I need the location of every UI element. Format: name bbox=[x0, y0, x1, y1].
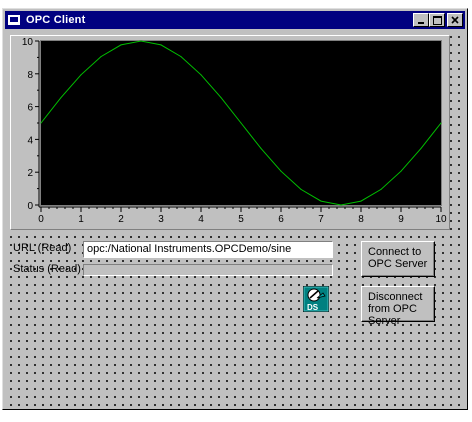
y-tick-label: 8 bbox=[27, 70, 33, 81]
disconnect-button-label: Disconnect from OPC Server bbox=[368, 291, 423, 327]
window-title: OPC Client bbox=[26, 14, 86, 26]
minimize-button[interactable] bbox=[413, 13, 429, 27]
maximize-icon bbox=[433, 16, 442, 25]
data-point bbox=[140, 40, 142, 42]
connect-button[interactable]: Connect to OPC Server bbox=[361, 241, 435, 277]
window-icon[interactable] bbox=[8, 14, 22, 26]
maximize-button[interactable] bbox=[429, 13, 445, 27]
close-icon bbox=[451, 16, 459, 24]
data-point bbox=[240, 122, 242, 124]
x-tick-label: 3 bbox=[158, 214, 164, 225]
data-point bbox=[320, 200, 322, 202]
y-tick-label: 10 bbox=[22, 37, 34, 48]
x-tick-label: 5 bbox=[238, 214, 244, 225]
data-point bbox=[180, 56, 182, 58]
data-point bbox=[40, 122, 42, 124]
data-point bbox=[100, 56, 102, 58]
y-tick-label: 4 bbox=[27, 135, 33, 146]
x-tick-label: 7 bbox=[318, 214, 324, 225]
url-field[interactable]: opc:/National Instruments.OPCDemo/sine bbox=[83, 241, 333, 258]
data-point bbox=[280, 170, 282, 172]
connect-button-label: Connect to OPC Server bbox=[368, 246, 428, 270]
x-tick-label: 0 bbox=[38, 214, 44, 225]
datasocket-icon: DS bbox=[302, 285, 330, 313]
opc-client-window: OPC Client 0 2 4 6 8 10 0 1 2 3 4 5 6 7 8 9 10 URL (Read… bbox=[2, 8, 468, 410]
status-field bbox=[83, 264, 333, 276]
data-point bbox=[200, 74, 202, 76]
data-point bbox=[160, 44, 162, 46]
y-tick-label: 6 bbox=[27, 103, 33, 114]
waveform-graph: 0 2 4 6 8 10 0 1 2 3 4 5 6 7 8 9 10 bbox=[10, 35, 450, 230]
data-point bbox=[300, 188, 302, 190]
title-bar[interactable]: OPC Client bbox=[5, 11, 465, 29]
data-point bbox=[340, 204, 342, 206]
close-button[interactable] bbox=[447, 13, 463, 27]
data-point bbox=[420, 147, 422, 149]
ds-icon-label: DS bbox=[307, 303, 319, 312]
data-point bbox=[80, 74, 82, 76]
y-tick-label: 2 bbox=[27, 168, 33, 179]
data-point bbox=[380, 188, 382, 190]
x-tick-label: 10 bbox=[435, 214, 447, 225]
data-point bbox=[400, 170, 402, 172]
url-label: URL (Read) bbox=[13, 242, 72, 254]
x-tick-label: 2 bbox=[118, 214, 124, 225]
x-tick-label: 1 bbox=[78, 214, 84, 225]
minimize-icon bbox=[418, 22, 424, 24]
form-client-area: 0 2 4 6 8 10 0 1 2 3 4 5 6 7 8 9 10 URL (Read) opc:/Nati… bbox=[5, 31, 465, 407]
x-tick-label: 6 bbox=[278, 214, 284, 225]
data-point bbox=[60, 97, 62, 99]
status-label: Status (Read) bbox=[13, 263, 81, 275]
x-tick-label: 4 bbox=[198, 214, 204, 225]
data-point bbox=[440, 122, 442, 124]
y-tick-label: 0 bbox=[27, 201, 33, 212]
x-tick-label: 9 bbox=[398, 214, 404, 225]
data-point bbox=[120, 44, 122, 46]
x-tick-label: 8 bbox=[358, 214, 364, 225]
data-point bbox=[220, 97, 222, 99]
data-point bbox=[360, 200, 362, 202]
disconnect-button[interactable]: Disconnect from OPC Server bbox=[361, 286, 435, 327]
graph-canvas: 0 2 4 6 8 10 0 1 2 3 4 5 6 7 8 9 10 bbox=[22, 37, 447, 225]
data-point bbox=[260, 147, 262, 149]
